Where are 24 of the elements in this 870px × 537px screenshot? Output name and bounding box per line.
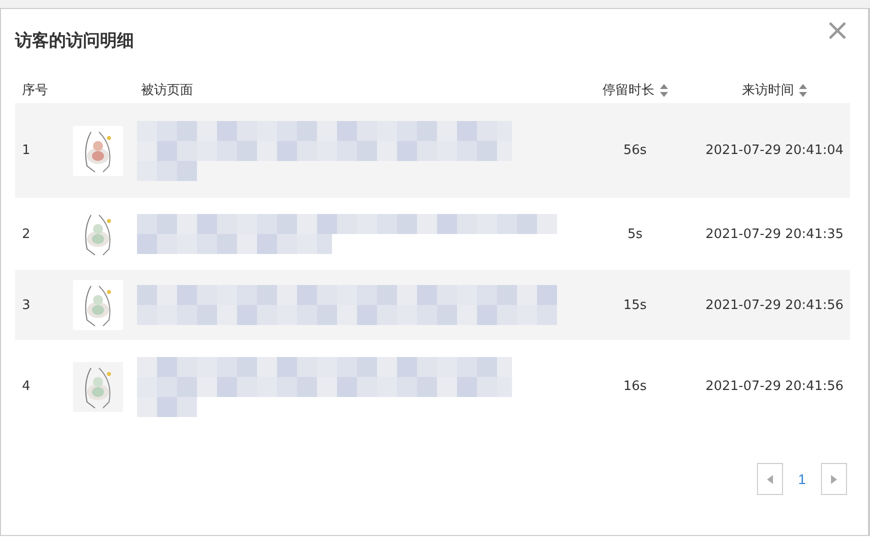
previous-page-button[interactable] bbox=[757, 463, 783, 495]
table-cell: 2021-07-29 20:41:04 bbox=[705, 143, 844, 158]
sort-icon[interactable] bbox=[799, 84, 807, 96]
column-header[interactable]: 停留时长 bbox=[602, 81, 654, 99]
table-cell: 4 bbox=[22, 379, 30, 394]
table-cell: 2021-07-29 20:41:35 bbox=[705, 226, 844, 242]
table-cell: 15s bbox=[623, 298, 647, 312]
dialog-title: 访客的访问明细 bbox=[15, 30, 134, 52]
left-arrow-icon bbox=[767, 474, 773, 484]
table-cell: 16s bbox=[623, 379, 647, 394]
next-page-button[interactable] bbox=[821, 463, 847, 495]
right-arrow-icon bbox=[831, 474, 837, 484]
table-cell: 5s bbox=[627, 226, 643, 242]
table-cell: 1 bbox=[22, 143, 30, 158]
table-cell: 2021-07-29 20:41:56 bbox=[705, 379, 844, 394]
table-cell: 2021-07-29 20:41:56 bbox=[705, 298, 844, 312]
table-cell: 2 bbox=[22, 226, 30, 242]
column-header[interactable]: 来访时间 bbox=[742, 81, 794, 99]
column-header: 序号 bbox=[22, 82, 48, 99]
table-cell: 56s bbox=[623, 143, 647, 158]
column-header: 被访页面 bbox=[141, 82, 193, 99]
table-cell: 3 bbox=[22, 298, 30, 312]
sort-icon[interactable] bbox=[660, 84, 668, 96]
page-number[interactable]: 1 bbox=[783, 471, 821, 487]
